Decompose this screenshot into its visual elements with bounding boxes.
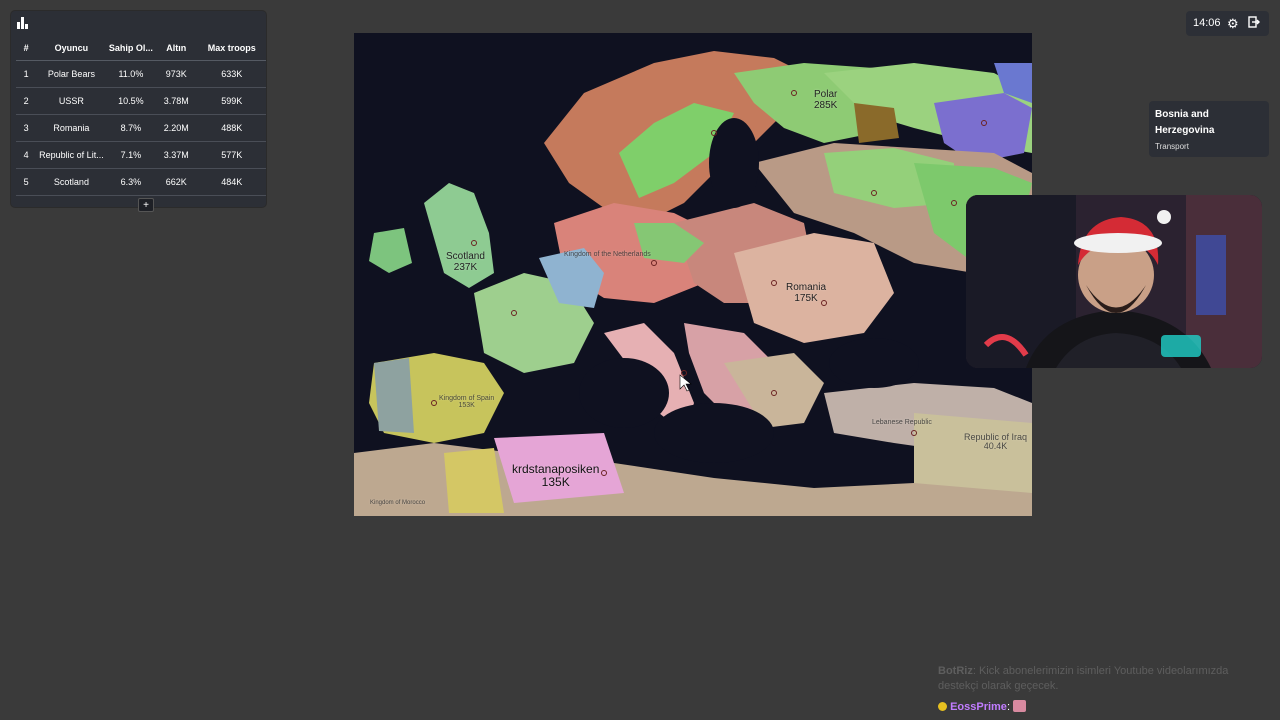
row-player: Republic of Lit... (36, 141, 107, 169)
row-troops: 633K (197, 60, 266, 88)
row-owned: 11.0% (106, 60, 156, 88)
row-gold: 3.78M (155, 87, 198, 115)
leaderboard-header-row: # Oyuncu Sahip Ol... Altın Max troops (16, 36, 266, 61)
label-name: Polar (814, 89, 838, 100)
stream-chat: BotRiz: Kick abonelerimizin isimleri You… (938, 664, 1258, 713)
row-player: Romania (36, 114, 107, 142)
row-gold: 973K (155, 60, 198, 88)
header-player[interactable]: Oyuncu (36, 36, 107, 61)
webcam-overlay (966, 195, 1262, 368)
label-name: Scotland (446, 251, 485, 262)
header-rank[interactable]: # (16, 36, 37, 61)
row-rank: 4 (16, 141, 37, 169)
emote-icon (1013, 700, 1027, 712)
row-rank: 5 (16, 168, 37, 196)
map-label-lebanon[interactable]: Lebanese Republic (872, 419, 932, 426)
map-label-morocco[interactable]: Kingdom of Morocco (370, 500, 425, 506)
chat-username[interactable]: EossPrime (950, 701, 1007, 713)
label-name: Romania (786, 282, 827, 293)
row-troops: 599K (197, 87, 266, 115)
row-player: USSR (36, 87, 107, 115)
row-owned: 7.1% (106, 141, 156, 169)
leaderboard-row[interactable]: 2 USSR 10.5% 3.78M 599K (16, 87, 266, 115)
leaderboard-row[interactable]: 5 Scotland 6.3% 662K 484K (16, 168, 266, 196)
leaderboard-row[interactable]: 3 Romania 8.7% 2.20M 488K (16, 114, 266, 142)
label-troops: 175K (794, 292, 818, 304)
gear-icon[interactable]: ⚙ (1227, 16, 1239, 32)
row-player: Polar Bears (36, 60, 107, 88)
chat-username: BotRiz (938, 665, 973, 677)
map-label-polar[interactable]: Polar 285K (814, 89, 838, 111)
leaderboard-row[interactable]: 4 Republic of Lit... 7.1% 3.37M 577K (16, 141, 266, 169)
row-rank: 2 (16, 87, 37, 115)
label-troops: 153K (458, 402, 475, 410)
chat-separator: : (1006, 701, 1010, 713)
map-terrain[interactable] (354, 33, 1032, 516)
coin-badge-icon (938, 702, 947, 711)
territory-name: Bosnia and Herzegovina (1155, 109, 1215, 136)
map-label-scotland[interactable]: Scotland 237K (446, 251, 485, 273)
game-map[interactable]: Scotland 237K Romania 175K krdstanaposik… (354, 33, 1032, 516)
row-troops: 484K (197, 168, 266, 196)
chat-message: EossPrime: (938, 700, 1027, 713)
label-name: Kingdom of the Netherlands (564, 251, 651, 258)
territory-unit-type: Transport (1155, 142, 1189, 151)
label-name: krdstanaposiken (512, 462, 600, 476)
header-troops[interactable]: Max troops (197, 36, 266, 61)
map-label-spain[interactable]: Kingdom of Spain 153K (439, 395, 494, 410)
leaderboard-row[interactable]: 1 Polar Bears 11.0% 973K 633K (16, 60, 266, 88)
territory-info-box: Bosnia and Herzegovina Transport (1149, 101, 1269, 157)
header-gold[interactable]: Altın (155, 36, 198, 61)
chat-message-faded: BotRiz: Kick abonelerimizin isimleri You… (938, 665, 1229, 692)
exit-icon[interactable] (1248, 16, 1260, 28)
row-owned: 10.5% (106, 87, 156, 115)
chat-text: Kick abonelerimizin isimleri Youtube vid… (938, 665, 1229, 692)
row-gold: 2.20M (155, 114, 198, 142)
map-label-netherlands[interactable]: Kingdom of the Netherlands (564, 251, 651, 258)
map-label-krdstanaposiken[interactable]: krdstanaposiken 135K (512, 463, 599, 488)
game-clock: 14:06 (1193, 17, 1221, 29)
leaderboard-table: # Oyuncu Sahip Ol... Altın Max troops 1 … (16, 36, 266, 196)
row-gold: 662K (155, 168, 198, 196)
label-troops: 40.4K (983, 441, 1008, 452)
row-rank: 1 (16, 60, 37, 88)
streamer-webcam (966, 195, 1262, 368)
label-troops: 237K (453, 261, 478, 273)
row-owned: 6.3% (106, 168, 156, 196)
row-troops: 488K (197, 114, 266, 142)
label-troops: 135K (541, 474, 570, 489)
map-label-iraq[interactable]: Republic of Iraq 40.4K (964, 432, 1027, 452)
header-owned[interactable]: Sahip Ol... (106, 36, 156, 61)
row-owned: 8.7% (106, 114, 156, 142)
bar-chart-icon[interactable] (17, 17, 30, 29)
label-name: Kingdom of Morocco (370, 500, 426, 506)
expand-leaderboard-button[interactable]: + (138, 198, 154, 212)
row-rank: 3 (16, 114, 37, 142)
row-troops: 577K (197, 141, 266, 169)
row-player: Scotland (36, 168, 107, 196)
label-troops: 285K (814, 99, 838, 111)
row-gold: 3.37M (155, 141, 198, 169)
top-right-bar: 14:06 ⚙ (1186, 11, 1269, 36)
leaderboard-panel: # Oyuncu Sahip Ol... Altın Max troops 1 … (11, 11, 266, 212)
label-name: Lebanese Republic (872, 419, 932, 426)
map-label-romania[interactable]: Romania 175K (786, 282, 827, 304)
